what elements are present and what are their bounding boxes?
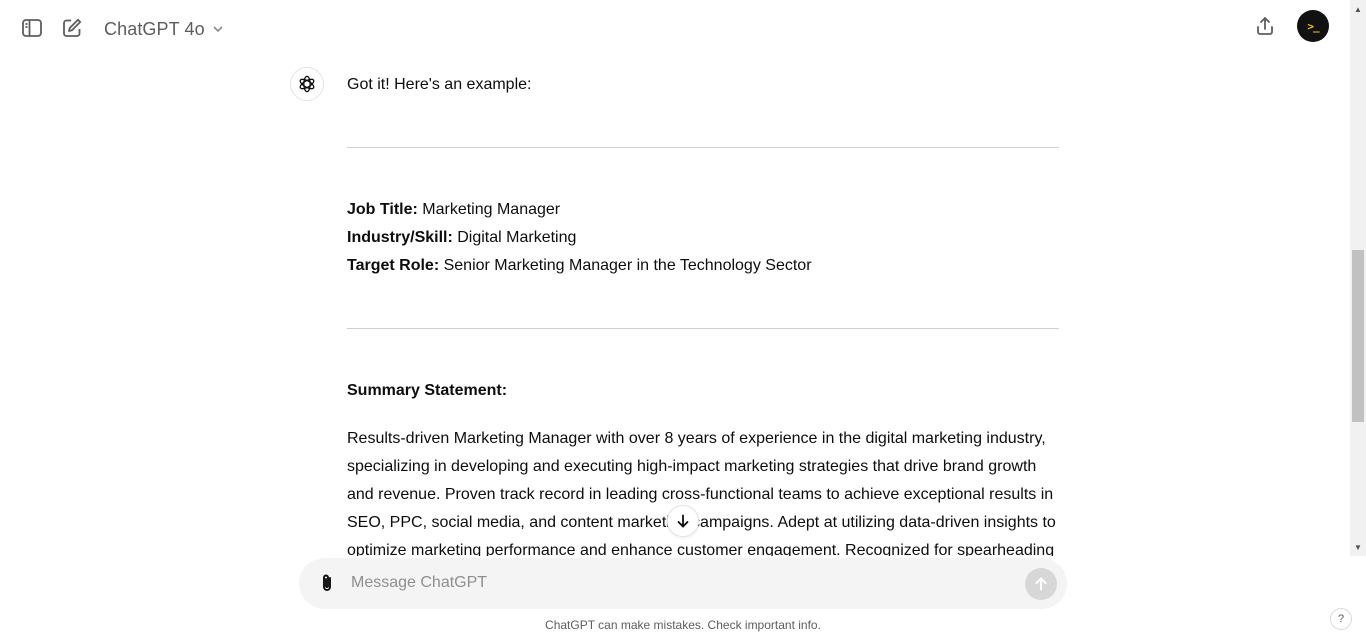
share-button[interactable] <box>1251 12 1279 40</box>
message-composer <box>299 558 1067 609</box>
sidebar-toggle-icon <box>22 19 42 37</box>
chevron-down-icon <box>213 26 223 33</box>
sidebar-toggle-button[interactable] <box>18 14 46 42</box>
field-value: Digital Marketing <box>452 229 577 246</box>
arrow-up-icon <box>1035 577 1047 591</box>
top-bar: ChatGPT 4o >_ <box>0 0 1350 56</box>
model-name: ChatGPT 4o <box>104 18 205 39</box>
share-icon <box>1257 17 1273 35</box>
scrollbar-thumb[interactable] <box>1352 250 1364 422</box>
summary-body: Results-driven Marketing Manager with ov… <box>347 430 1056 556</box>
divider <box>347 147 1059 148</box>
paperclip-icon <box>323 574 331 591</box>
assistant-intro-text: Got it! Here's an example: <box>347 76 532 93</box>
profile-fields: Job Title: Marketing Manager Industry/Sk… <box>347 196 1059 280</box>
field-label: Industry/Skill: <box>347 229 453 246</box>
scroll-to-bottom-button[interactable] <box>667 505 699 537</box>
avatar-glyph: >_ <box>1307 19 1319 33</box>
openai-logo-icon <box>299 75 315 93</box>
attach-button[interactable] <box>315 571 339 595</box>
field-job-title: Job Title: Marketing Manager <box>347 196 1059 224</box>
new-chat-button[interactable] <box>58 14 86 42</box>
conversation-area: Got it! Here's an example: Job Title: Ma… <box>0 56 1350 556</box>
disclaimer-text: ChatGPT can make mistakes. Check importa… <box>545 618 821 632</box>
scroll-up-arrow[interactable]: ▲ <box>1350 2 1366 16</box>
divider <box>347 328 1059 329</box>
new-chat-icon <box>63 18 82 37</box>
assistant-avatar <box>290 67 324 101</box>
model-selector[interactable]: ChatGPT 4o <box>104 16 225 42</box>
field-label: Target Role: <box>347 257 440 274</box>
field-value: Senior Marketing Manager in the Technolo… <box>439 257 812 274</box>
summary-heading: Summary Statement: <box>347 382 508 399</box>
scrollbar[interactable]: ▲ ▼ <box>1350 0 1366 556</box>
send-button[interactable] <box>1025 568 1057 600</box>
arrow-down-icon <box>677 514 689 528</box>
user-avatar[interactable]: >_ <box>1297 10 1329 42</box>
help-button[interactable]: ? <box>1330 608 1352 630</box>
field-value: Marketing Manager <box>417 201 561 218</box>
field-industry-skill: Industry/Skill: Digital Marketing <box>347 224 1059 252</box>
field-target-role: Target Role: Senior Marketing Manager in… <box>347 252 1059 280</box>
field-label: Job Title: <box>347 201 418 218</box>
message-input[interactable] <box>351 571 1011 595</box>
scroll-down-arrow[interactable]: ▼ <box>1350 540 1366 554</box>
